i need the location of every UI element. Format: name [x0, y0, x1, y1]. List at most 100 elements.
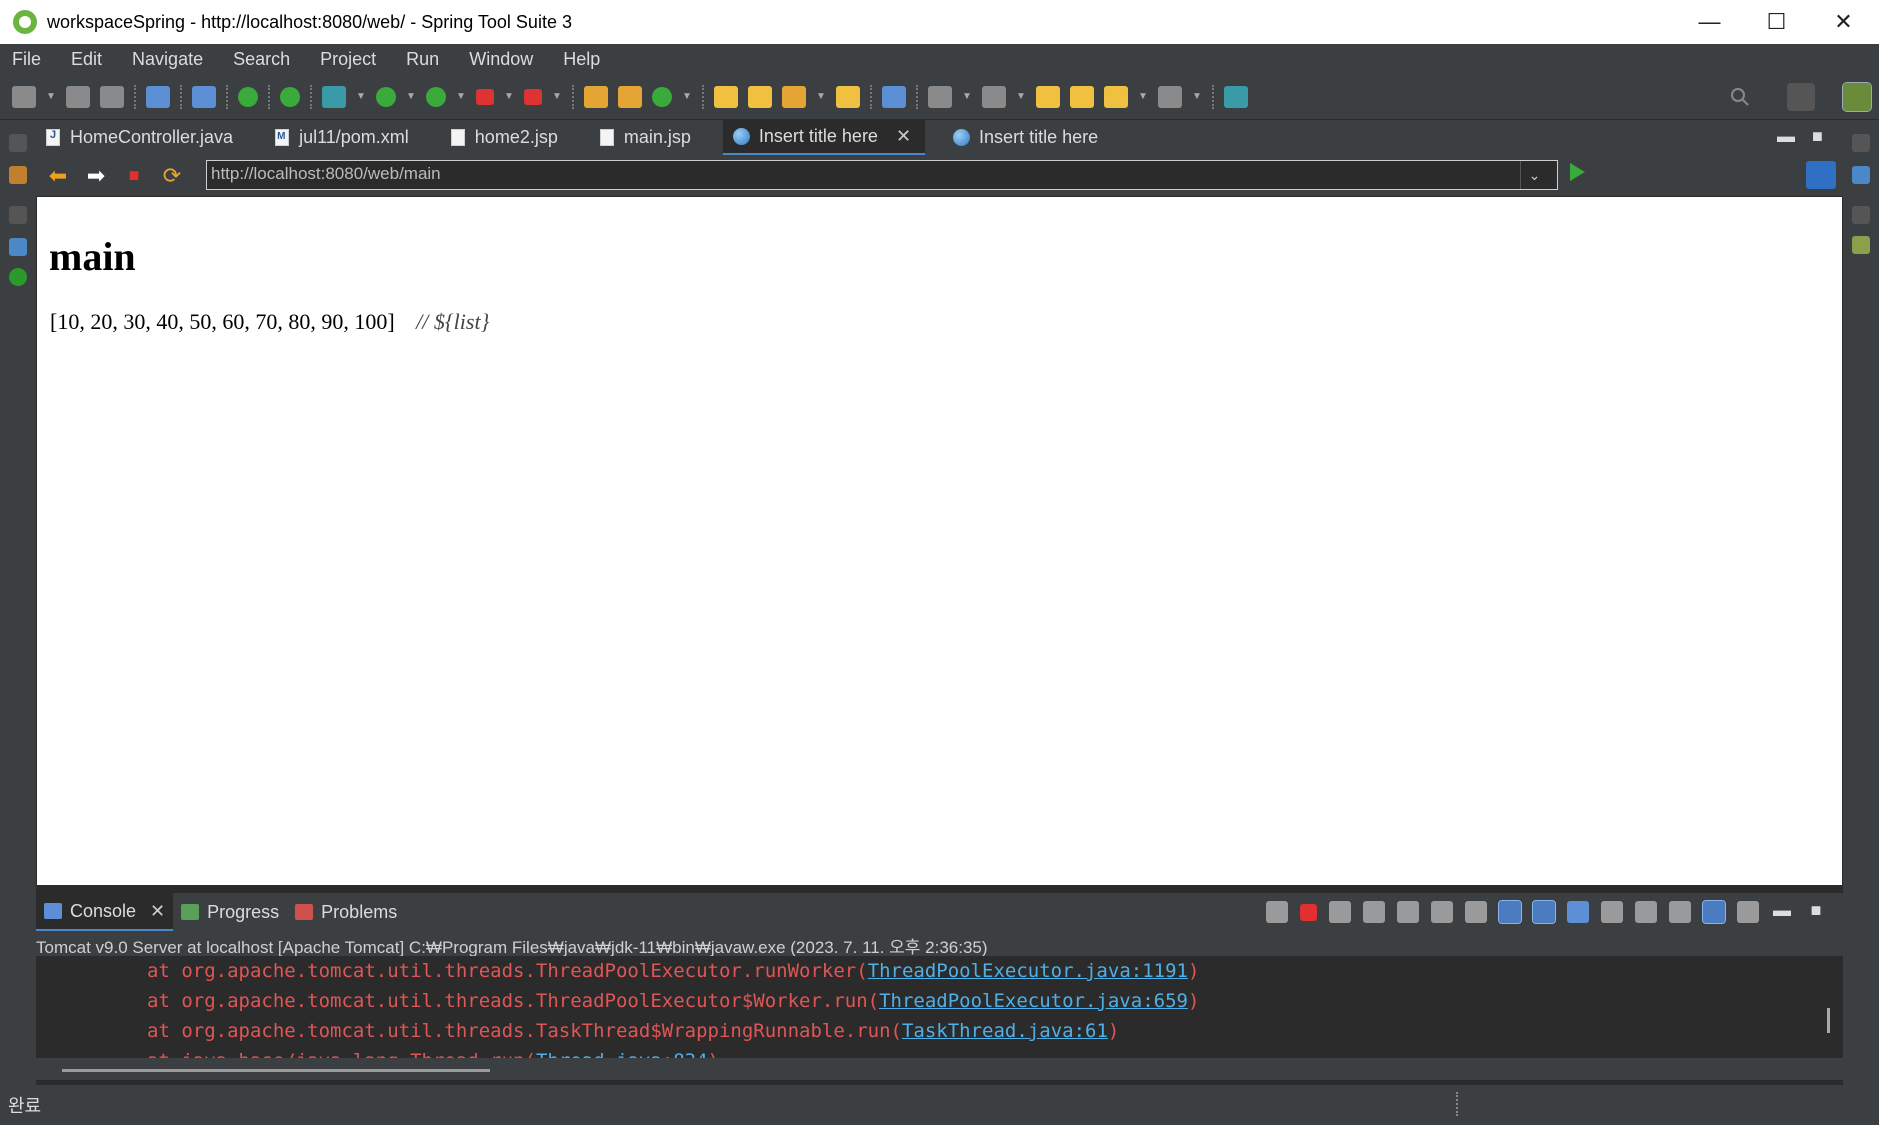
tab-console[interactable]: Console ✕: [36, 893, 174, 931]
open-console-icon[interactable]: [1635, 901, 1657, 923]
source-link[interactable]: ThreadPoolExecutor.java:1191: [868, 960, 1188, 982]
remove-launch-icon[interactable]: [1329, 901, 1351, 923]
tab-browser-active[interactable]: Insert title here ✕: [722, 120, 926, 155]
copy-icon[interactable]: [1669, 901, 1691, 923]
previous-annotation-icon[interactable]: [982, 85, 1006, 108]
search-tool-icon[interactable]: [782, 85, 806, 108]
new-file-icon[interactable]: [12, 85, 36, 108]
open-task-icon[interactable]: [748, 85, 772, 108]
restore-icon[interactable]: [1852, 206, 1870, 224]
source-link[interactable]: ThreadPoolExecutor.java:659: [879, 990, 1188, 1012]
external-tools-icon[interactable]: [524, 88, 542, 105]
menu-navigate[interactable]: Navigate: [132, 49, 203, 70]
tab-problems[interactable]: Problems: [287, 893, 405, 931]
close-window-button[interactable]: ✕: [1810, 0, 1877, 44]
console-vertical-scrollbar[interactable]: [1827, 1008, 1830, 1033]
skip-breakpoints-icon[interactable]: [192, 85, 216, 108]
chevron-down-icon[interactable]: ▼: [1192, 91, 1202, 102]
word-wrap-icon[interactable]: [1465, 901, 1487, 923]
new-java-project-icon[interactable]: [584, 85, 608, 108]
chevron-down-icon[interactable]: ▼: [504, 91, 514, 102]
restore-icon[interactable]: [1852, 134, 1870, 152]
menu-window[interactable]: Window: [469, 49, 533, 70]
save-all-icon[interactable]: [100, 85, 124, 108]
ansi-color-icon[interactable]: [1702, 900, 1726, 924]
menu-help[interactable]: Help: [563, 49, 600, 70]
package-explorer-icon[interactable]: [9, 166, 27, 184]
chevron-down-icon[interactable]: ▼: [406, 91, 416, 102]
menu-file[interactable]: File: [12, 49, 41, 70]
pin-editor-icon[interactable]: [1224, 85, 1248, 108]
chevron-down-icon[interactable]: ▼: [816, 91, 826, 102]
display-console-icon[interactable]: [1601, 901, 1623, 923]
maximize-button[interactable]: ☐: [1743, 0, 1810, 44]
clear-console-icon[interactable]: [1397, 901, 1419, 923]
tab-homecontroller-java[interactable]: HomeController.java: [36, 120, 247, 155]
restore-icon[interactable]: [9, 206, 27, 224]
show-on-stderr-icon[interactable]: [1532, 900, 1556, 924]
coverage-icon[interactable]: [426, 86, 446, 107]
debug-icon[interactable]: [322, 85, 346, 108]
stop-loading-icon[interactable]: ■: [122, 164, 146, 188]
open-type-icon[interactable]: [714, 85, 738, 108]
tab-main-jsp[interactable]: main.jsp: [590, 120, 705, 155]
restart-icon[interactable]: [1266, 901, 1288, 923]
tab-home2-jsp[interactable]: home2.jsp: [441, 120, 572, 155]
minimize-editor-button[interactable]: ▬: [1777, 126, 1795, 147]
forward-icon[interactable]: [1158, 85, 1182, 108]
forward-arrow-icon[interactable]: ➡: [84, 163, 108, 188]
terminate-icon[interactable]: [1300, 903, 1317, 921]
start-server-icon[interactable]: [238, 86, 258, 107]
minimize-panel-button[interactable]: ▬: [1771, 901, 1793, 923]
restore-icon[interactable]: [9, 134, 27, 152]
maximize-editor-button[interactable]: ■: [1812, 126, 1823, 147]
search-icon[interactable]: [1729, 86, 1751, 108]
chevron-down-icon[interactable]: ▼: [456, 91, 466, 102]
web-browser-icon[interactable]: [1806, 161, 1836, 189]
chevron-down-icon[interactable]: ▼: [682, 91, 692, 102]
servers-icon[interactable]: [9, 268, 27, 286]
spring-explorer-icon[interactable]: [1852, 236, 1870, 254]
remove-all-terminated-icon[interactable]: [1363, 901, 1385, 923]
menu-run[interactable]: Run: [406, 49, 439, 70]
menu-edit[interactable]: Edit: [71, 49, 102, 70]
chevron-down-icon[interactable]: ▼: [962, 91, 972, 102]
url-input[interactable]: http://localhost:8080/web/main: [206, 160, 1558, 190]
close-icon[interactable]: ✕: [896, 126, 911, 147]
refresh-icon[interactable]: ⟳: [160, 163, 184, 188]
last-edit-location-icon[interactable]: [1036, 85, 1060, 108]
minimize-button[interactable]: —: [1676, 0, 1743, 44]
back-arrow-icon[interactable]: ⬅: [46, 163, 70, 188]
next-edit-icon[interactable]: [1070, 85, 1094, 108]
new-class-icon[interactable]: [652, 86, 672, 107]
menu-search[interactable]: Search: [233, 49, 290, 70]
pin-console-icon[interactable]: [1567, 901, 1589, 923]
console-horizontal-scrollbar[interactable]: [62, 1069, 490, 1072]
new-package-icon[interactable]: [618, 85, 642, 108]
go-icon[interactable]: [1570, 163, 1585, 181]
boot-dashboard-icon[interactable]: [9, 238, 27, 256]
run-icon[interactable]: [376, 86, 396, 107]
open-perspective-icon[interactable]: [1787, 83, 1815, 111]
maximize-panel-button[interactable]: ■: [1805, 901, 1827, 923]
open-folder-icon[interactable]: [836, 85, 860, 108]
back-icon[interactable]: [1104, 85, 1128, 108]
chevron-down-icon[interactable]: ▼: [46, 91, 56, 102]
scroll-lock-icon[interactable]: [1431, 901, 1453, 923]
tab-pom-xml[interactable]: jul11/pom.xml: [265, 120, 423, 155]
chevron-down-icon[interactable]: ⌄: [1520, 161, 1548, 189]
gear-icon[interactable]: [1737, 901, 1759, 923]
stop-icon[interactable]: [476, 88, 494, 105]
menu-project[interactable]: Project: [320, 49, 376, 70]
close-icon[interactable]: ✕: [150, 901, 165, 922]
save-icon[interactable]: [66, 85, 90, 108]
chevron-down-icon[interactable]: ▼: [1016, 91, 1026, 102]
spring-perspective-icon[interactable]: [1842, 82, 1872, 112]
web-browser-icon[interactable]: [882, 85, 906, 108]
source-link[interactable]: Thread.java:834: [536, 1050, 708, 1058]
show-on-stdout-icon[interactable]: [1498, 900, 1522, 924]
outline-icon[interactable]: [1852, 166, 1870, 184]
terminal-icon[interactable]: [146, 85, 170, 108]
chevron-down-icon[interactable]: ▼: [552, 91, 562, 102]
tab-progress[interactable]: Progress: [173, 893, 287, 931]
